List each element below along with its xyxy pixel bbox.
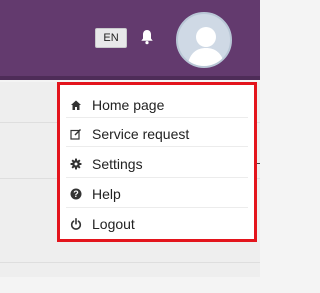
menu-separator xyxy=(66,207,248,208)
menu-item-label: Service request xyxy=(92,126,190,142)
menu-separator xyxy=(66,117,248,118)
top-navbar: EN xyxy=(0,0,260,80)
menu-item-label: Logout xyxy=(92,216,135,232)
menu-item-label: Home page xyxy=(92,97,165,113)
edit-icon xyxy=(70,128,82,140)
svg-text:?: ? xyxy=(73,189,79,199)
menu-separator xyxy=(66,146,248,147)
menu-item-label: Settings xyxy=(92,156,143,172)
menu-item-settings[interactable]: Settings xyxy=(60,149,254,179)
bell-icon[interactable] xyxy=(140,29,154,45)
gear-icon xyxy=(70,158,82,170)
menu-separator xyxy=(66,177,248,178)
home-icon xyxy=(70,99,82,111)
menu-item-label: Help xyxy=(92,186,121,202)
user-avatar-icon[interactable] xyxy=(176,12,232,68)
menu-item-logout[interactable]: Logout xyxy=(60,209,254,239)
menu-item-home[interactable]: Home page xyxy=(60,90,254,120)
user-dropdown-menu: Home page Service request Settings ? Hel… xyxy=(57,82,257,242)
menu-item-help[interactable]: ? Help xyxy=(60,179,254,209)
power-icon xyxy=(70,218,82,230)
menu-item-service-request[interactable]: Service request xyxy=(60,119,254,149)
navbar-divider xyxy=(0,76,260,80)
language-selector[interactable]: EN xyxy=(95,28,127,48)
content-divider xyxy=(0,262,260,263)
question-circle-icon: ? xyxy=(70,188,82,200)
